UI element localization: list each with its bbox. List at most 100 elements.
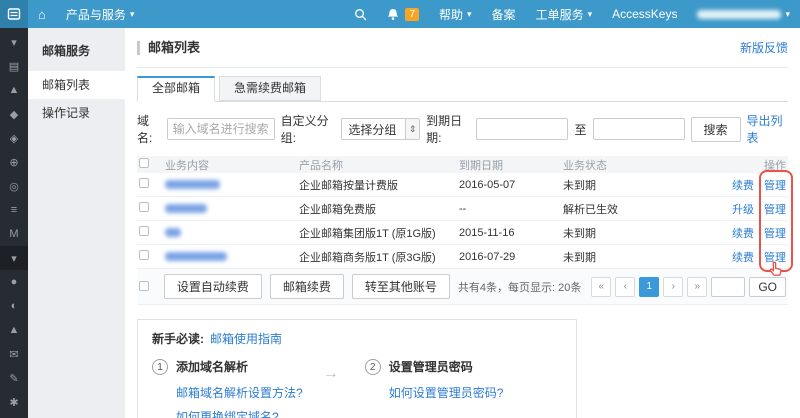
products-menu[interactable]: 产品与服务 ▾ [56, 0, 145, 28]
search-icon [355, 8, 367, 20]
product-name: 企业邮箱按量计费版 [299, 179, 398, 192]
expire-date: -- [459, 202, 467, 215]
settings-icon[interactable]: ✱ [0, 390, 28, 414]
change-domain-link[interactable]: 如何更换绑定域名? [176, 408, 303, 418]
products-icon[interactable]: ▤ [0, 54, 28, 78]
console-logo[interactable] [0, 0, 28, 28]
row-checkbox[interactable] [139, 250, 149, 260]
tab-renewal-needed[interactable]: 急需续费邮箱 [219, 76, 322, 101]
monitor-icon[interactable]: ◎ [0, 174, 28, 198]
tab-all-mailboxes[interactable]: 全部邮箱 [137, 76, 216, 102]
domain-search-input[interactable] [166, 118, 275, 140]
guide-prefix: 新手必读: [152, 332, 204, 346]
home-icon: ⌂ [38, 6, 46, 22]
home-button[interactable]: ⌂ [28, 0, 56, 28]
notifications-button[interactable]: 7 [377, 7, 429, 21]
batch-select-checkbox[interactable] [139, 280, 149, 291]
filter-bar: 域名: 自定义分组: 选择分组 ⇕ 到期日期: 至 搜索 导出列表 [137, 112, 788, 146]
dns-setup-link[interactable]: 邮箱域名解析设置方法? [176, 384, 303, 401]
search-button[interactable] [344, 8, 377, 21]
manage-link[interactable]: 管理 [764, 177, 786, 193]
renew-link[interactable]: 续费 [732, 177, 754, 193]
select-all-checkbox[interactable] [139, 158, 149, 168]
vpc-icon[interactable]: ◐ [0, 294, 28, 318]
step-2-number: 2 [364, 359, 381, 375]
expire-date: 2015-11-16 [459, 226, 515, 239]
status-text: 未到期 [563, 179, 596, 192]
accesskeys-link[interactable]: AccessKeys [602, 7, 687, 21]
logo-icon [7, 8, 21, 20]
help-menu[interactable]: 帮助 ▾ [429, 6, 482, 23]
manage-link[interactable]: 管理 [764, 249, 786, 265]
mns-icon[interactable]: M [0, 222, 28, 246]
topbar-right: 7 帮助 ▾ 备案 工单服务 ▾ AccessKeys ▾ [344, 6, 800, 23]
section-chevron-icon[interactable]: ▾ [0, 246, 28, 270]
user-icon[interactable]: ● [0, 270, 28, 294]
upgrade-link[interactable]: 升级 [732, 201, 754, 217]
chevron-down-icon: ▾ [587, 8, 593, 19]
first-page-button[interactable]: « [591, 276, 612, 297]
batch-action-bar: 设置自动续费 邮箱续费 转至其他账号 共有4条，每页显示: 20条 « ‹ 1 … [137, 269, 788, 305]
main-content: 邮箱列表 新版反馈 全部邮箱 急需续费邮箱 域名: 自定义分组: 选择分组 ⇕ … [125, 28, 800, 418]
renew-link[interactable]: 续费 [732, 249, 754, 265]
domain-redacted [165, 228, 181, 238]
table-row: 企业邮箱集团版1T (原1G版) 2015-11-16 未到期 续费 管理 [137, 221, 788, 245]
search-button[interactable]: 搜索 [690, 116, 741, 142]
sidebar-item-mailbox-list[interactable]: 邮箱列表 [28, 71, 125, 99]
row-checkbox[interactable] [139, 226, 149, 236]
manage-link[interactable]: 管理 [764, 201, 786, 217]
step-2-title: 设置管理员密码 [388, 360, 473, 374]
mail-icon[interactable]: ✉ [0, 342, 28, 366]
domain-redacted [165, 180, 220, 190]
auto-renew-button[interactable]: 设置自动续费 [163, 274, 262, 299]
prev-page-button[interactable]: ‹ [615, 276, 636, 297]
table-row: 企业邮箱按量计费版 2016-05-07 未到期 续费 管理 [137, 173, 788, 197]
sidebar-item-operation-log[interactable]: 操作记录 [28, 99, 125, 127]
manage-link[interactable]: 管理 [764, 225, 786, 241]
guide-step-2: 2 设置管理员密码 如何设置管理员密码? [364, 359, 504, 401]
admin-password-link[interactable]: 如何设置管理员密码? [389, 384, 504, 401]
security-icon[interactable]: ◈ [0, 126, 28, 150]
feedback-link[interactable]: 新版反馈 [740, 39, 788, 56]
cdn-icon[interactable]: ▲ [0, 78, 28, 102]
chevron-down-icon[interactable]: ▾ [0, 30, 28, 54]
col-header-business: 业务内容 [165, 159, 209, 172]
usage-guide-link[interactable]: 邮箱使用指南 [210, 330, 282, 347]
network-icon[interactable]: ⊕ [0, 150, 28, 174]
col-header-action: 操作 [764, 159, 786, 172]
sidebar: 邮箱服务 邮箱列表 操作记录 [28, 28, 125, 418]
beginner-guide-panel: 新手必读: 邮箱使用指南 1 添加域名解析 邮箱域名解析设置方法? 如何更换绑定… [137, 319, 577, 418]
row-checkbox[interactable] [139, 178, 149, 188]
current-page-button[interactable]: 1 [639, 276, 660, 297]
storage-icon[interactable]: ◆ [0, 102, 28, 126]
bell-icon [388, 8, 399, 20]
domain-redacted [165, 252, 227, 262]
group-select[interactable]: 选择分组 ⇕ [341, 118, 421, 140]
server-icon[interactable]: ≡ [0, 198, 28, 222]
go-button[interactable]: GO [749, 276, 786, 297]
expire-date-from-input[interactable] [476, 118, 569, 140]
beian-link[interactable]: 备案 [482, 6, 526, 23]
row-checkbox[interactable] [139, 202, 149, 212]
expire-date: 2016-05-07 [459, 178, 516, 191]
pagination: 共有4条，每页显示: 20条 « ‹ 1 › » GO [457, 276, 786, 297]
next-page-button[interactable]: › [663, 276, 684, 297]
notification-badge: 7 [405, 7, 419, 21]
tickets-menu[interactable]: 工单服务 ▾ [526, 6, 603, 23]
expire-date-to-input[interactable] [592, 118, 685, 140]
chevron-down-icon: ▾ [785, 8, 790, 19]
renew-link[interactable]: 续费 [732, 225, 754, 241]
products-menu-label: 产品与服务 [65, 7, 126, 22]
mailbox-renew-button[interactable]: 邮箱续费 [269, 274, 344, 299]
last-page-button[interactable]: » [687, 276, 708, 297]
export-list-link[interactable]: 导出列表 [747, 112, 788, 146]
analytics-icon[interactable]: ▲ [0, 318, 28, 342]
status-text: 未到期 [563, 251, 596, 264]
account-menu[interactable]: ▾ [687, 8, 800, 19]
mailbox-table: 业务内容 产品名称 到期日期 业务状态 操作 企业邮箱按量计费版 2016-05… [137, 156, 793, 305]
transfer-account-button[interactable]: 转至其他账号 [351, 274, 450, 299]
product-name: 企业邮箱集团版1T (原1G版) [299, 227, 436, 240]
page-number-input[interactable] [711, 276, 746, 297]
pagination-summary: 共有4条，每页显示: 20条 [457, 281, 582, 294]
edit-icon[interactable]: ✎ [0, 366, 28, 390]
